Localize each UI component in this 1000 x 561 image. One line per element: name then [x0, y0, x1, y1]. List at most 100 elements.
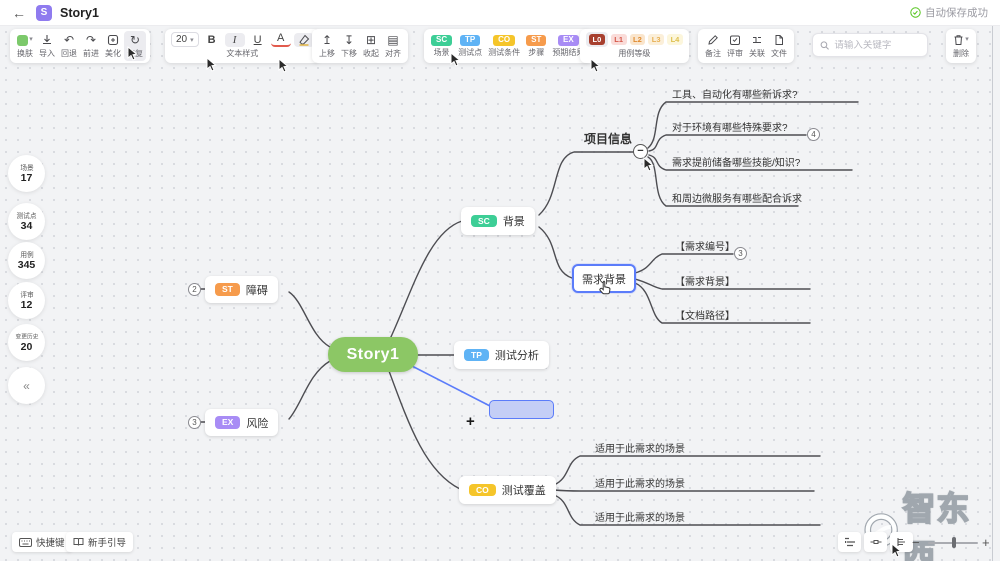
- tag-sc-button[interactable]: SC 场景: [428, 31, 455, 61]
- review-board-icon: [729, 33, 741, 47]
- sidebar-item-cases[interactable]: 用例 345: [8, 242, 45, 279]
- node-risk[interactable]: EX 风险: [205, 409, 278, 436]
- align-lines-icon: ▤: [387, 33, 398, 47]
- file-button[interactable]: 文件: [768, 31, 790, 61]
- review-button[interactable]: 评审: [724, 31, 746, 61]
- move-up-button[interactable]: ↥ 上移: [316, 31, 338, 61]
- italic-button[interactable]: I: [225, 33, 245, 47]
- collapse-children-button[interactable]: −: [633, 144, 648, 159]
- add-node-plus[interactable]: +: [466, 413, 475, 430]
- highlighter-icon: [298, 34, 310, 46]
- node-count-badge[interactable]: 3: [734, 247, 747, 260]
- leaf-node[interactable]: 适用于此需求的场景: [595, 475, 685, 490]
- zoom-slider-handle[interactable]: [952, 537, 956, 548]
- zoom-out-button[interactable]: −: [912, 535, 920, 550]
- node-requirement-background[interactable]: 需求背景: [572, 264, 636, 293]
- autosave-status: 自动保存成功: [910, 5, 988, 20]
- sidebar-collapse-button[interactable]: «: [8, 367, 45, 404]
- leaf-node[interactable]: 对于环境有哪些特殊要求?: [672, 119, 788, 134]
- outline-view-icon: [844, 537, 856, 547]
- level-l1-button[interactable]: L1: [611, 34, 627, 45]
- leaf-node[interactable]: 【需求编号】: [675, 238, 735, 253]
- mindmap-app: { "glyphs": { "back": "←", "dropdown": "…: [0, 0, 1000, 561]
- check-circle-icon: [910, 7, 921, 18]
- link-button[interactable]: 关联: [746, 31, 768, 61]
- zoom-in-button[interactable]: +: [982, 535, 990, 550]
- app-icon: S: [36, 5, 52, 21]
- node-count-badge[interactable]: 2: [188, 283, 201, 296]
- level-l0-button[interactable]: L0: [586, 32, 608, 47]
- move-down-button[interactable]: ↧ 下移: [338, 31, 360, 61]
- import-button[interactable]: 导入: [36, 31, 58, 61]
- chevron-down-icon: ▾: [190, 36, 194, 44]
- tp-tag: TP: [464, 349, 489, 362]
- book-icon: [73, 537, 84, 547]
- arrow-up-icon: ↥: [322, 33, 332, 47]
- back-button[interactable]: ←: [12, 5, 26, 21]
- outline-view-button[interactable]: [838, 532, 861, 552]
- autosave-text: 自动保存成功: [925, 5, 988, 20]
- pencil-icon: [707, 33, 719, 47]
- beautify-button[interactable]: 美化: [102, 31, 124, 61]
- font-color-button[interactable]: A: [271, 32, 291, 47]
- beautify-icon: [107, 33, 119, 47]
- tree-view-button[interactable]: [890, 532, 913, 552]
- theme-button[interactable]: ▾ 换肤: [14, 31, 36, 61]
- tree-view-icon: [896, 537, 908, 547]
- note-button[interactable]: 备注: [702, 31, 724, 61]
- font-size-select[interactable]: 20 ▾: [171, 32, 199, 47]
- delete-button[interactable]: ▾ 删除: [950, 31, 972, 61]
- tag-tp-button[interactable]: TP 测试点: [455, 31, 485, 61]
- shortcuts-button[interactable]: 快捷键: [12, 532, 72, 552]
- new-node-draft[interactable]: [489, 400, 554, 419]
- leaf-node[interactable]: 【文档路径】: [675, 307, 735, 322]
- chevron-left-icon: «: [23, 379, 30, 393]
- leaf-node[interactable]: 需求提前储备哪些技能/知识?: [672, 154, 800, 169]
- sc-tag: SC: [471, 215, 497, 228]
- highlight-button[interactable]: [294, 33, 314, 47]
- node-test-analysis[interactable]: TP 测试分析: [454, 341, 549, 369]
- level-group: L0 L1 L2 L3 L4 用例等级: [580, 29, 689, 63]
- node-background[interactable]: SC 背景: [461, 207, 535, 235]
- sidebar-item-history[interactable]: 变更历史 20: [8, 324, 45, 361]
- level-l2-button[interactable]: L2: [630, 34, 646, 45]
- tools-group: 备注 评审 关联 文件: [698, 29, 794, 63]
- sidebar-item-review[interactable]: 评审 12: [8, 282, 45, 319]
- map-view-button[interactable]: [864, 532, 887, 552]
- leaf-node[interactable]: 适用于此需求的场景: [595, 440, 685, 455]
- undo-icon: ↶: [64, 33, 74, 47]
- level-l3-button[interactable]: L3: [648, 34, 664, 45]
- titlebar: ← S Story1 自动保存成功: [0, 0, 1000, 26]
- sidebar-item-testpoints[interactable]: 测试点 34: [8, 203, 45, 240]
- guide-button[interactable]: 新手引导: [66, 532, 133, 552]
- node-count-badge[interactable]: 4: [807, 128, 820, 141]
- redo-icon: ↷: [86, 33, 96, 47]
- restore-button[interactable]: ↻ 恢复: [124, 31, 146, 61]
- restore-icon: ↻: [130, 33, 140, 47]
- tag-co-button[interactable]: CO 测试条件: [485, 31, 523, 61]
- align-button[interactable]: ▤ 对齐: [382, 31, 404, 61]
- bold-button[interactable]: B: [202, 33, 222, 47]
- sidebar-item-scenes[interactable]: 场景 17: [8, 155, 45, 192]
- leaf-node[interactable]: 和周边微服务有哪些配合诉求: [672, 190, 802, 205]
- delete-group: ▾ 删除: [946, 29, 976, 63]
- chevron-down-icon: ▾: [965, 33, 969, 47]
- redo-button[interactable]: ↷ 前进: [80, 31, 102, 61]
- node-count-badge[interactable]: 3: [188, 416, 201, 429]
- undo-button[interactable]: ↶ 回退: [58, 31, 80, 61]
- node-obstacle[interactable]: ST 障碍: [205, 276, 278, 303]
- root-node[interactable]: Story1: [328, 337, 418, 372]
- collapse-nodes-button[interactable]: ⊞ 收起: [360, 31, 382, 61]
- node-test-coverage[interactable]: CO 测试覆盖: [459, 476, 556, 504]
- leaf-node[interactable]: 工具、自动化有哪些新诉求?: [672, 86, 798, 101]
- search-input[interactable]: [834, 40, 920, 51]
- leaf-node[interactable]: 适用于此需求的场景: [595, 509, 685, 524]
- level-l4-button[interactable]: L4: [667, 34, 683, 45]
- tag-st-button[interactable]: ST 步骤: [523, 31, 549, 61]
- map-view-icon: [870, 537, 882, 547]
- underline-button[interactable]: U: [248, 33, 268, 47]
- leaf-node[interactable]: 【需求背景】: [675, 273, 735, 288]
- node-project-info[interactable]: 项目信息: [584, 130, 632, 147]
- st-tag: ST: [215, 283, 240, 296]
- level-group-label: 用例等级: [618, 48, 650, 59]
